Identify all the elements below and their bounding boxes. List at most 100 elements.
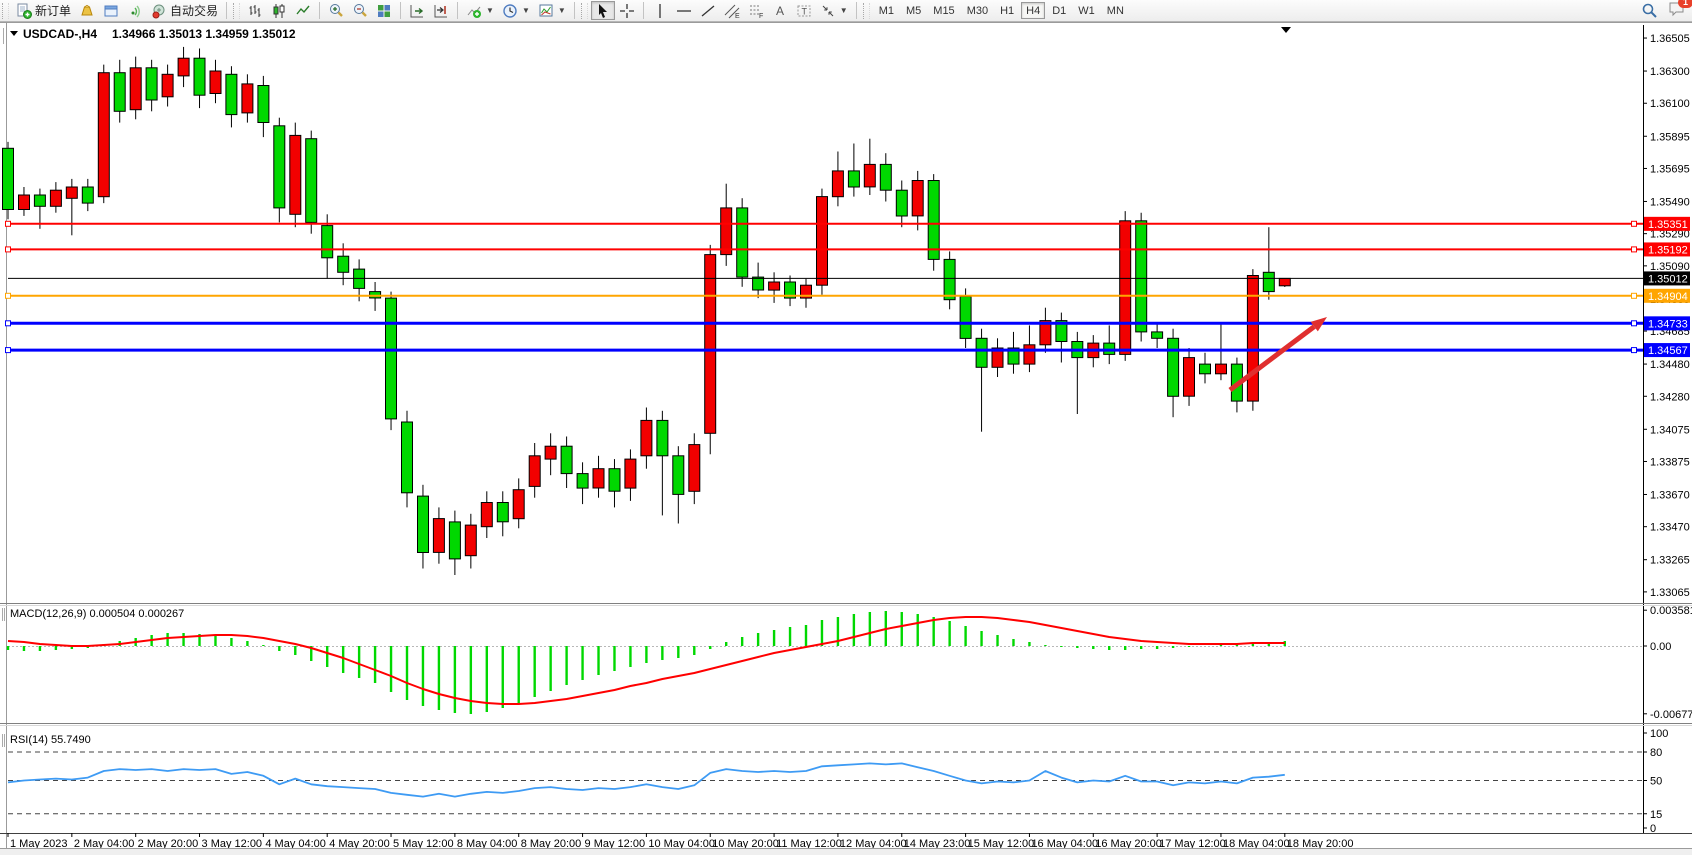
candle xyxy=(242,84,253,113)
chat-button[interactable]: 1 xyxy=(1668,1,1686,20)
line-handle[interactable] xyxy=(1632,293,1637,298)
label-button[interactable]: T xyxy=(792,1,816,20)
new-order-button[interactable]: 新订单 xyxy=(12,1,75,20)
line-handle[interactable] xyxy=(1632,221,1637,226)
timeframe-m15[interactable]: M15 xyxy=(928,2,959,19)
candle xyxy=(513,490,524,519)
candle xyxy=(896,190,907,216)
templates-button[interactable]: ▼ xyxy=(534,1,570,20)
toolbar-grip[interactable] xyxy=(863,3,870,19)
timeframe-w1[interactable]: W1 xyxy=(1073,2,1100,19)
trendline-icon xyxy=(700,3,716,19)
status-strip xyxy=(0,849,1692,855)
price-level-badge: 1.34567 xyxy=(1648,345,1688,357)
auto-scroll-icon xyxy=(409,3,425,19)
candle xyxy=(130,68,141,110)
candle xyxy=(481,503,492,527)
toolbar-grip[interactable] xyxy=(581,3,588,19)
channel-button[interactable]: E xyxy=(720,1,744,20)
auto-scroll-button[interactable] xyxy=(405,1,429,20)
shapes-button[interactable]: ▼ xyxy=(816,1,852,20)
candle xyxy=(1168,338,1179,396)
candle xyxy=(1247,276,1258,402)
candle xyxy=(433,519,444,553)
search-icon xyxy=(1641,2,1658,19)
chart-canvas[interactable]: 1.365051.363001.361001.358951.356951.354… xyxy=(0,22,1692,855)
tile-windows-icon xyxy=(376,3,392,19)
price-level-badge: 1.35012 xyxy=(1648,273,1688,285)
price-tick-label: 1.35895 xyxy=(1650,131,1690,143)
line-chart-button[interactable] xyxy=(291,1,315,20)
data-window-button[interactable] xyxy=(99,1,123,20)
signals-button[interactable] xyxy=(123,1,147,20)
price-level-badge: 1.35351 xyxy=(1648,219,1688,231)
toolbar-grip[interactable] xyxy=(2,3,9,19)
cursor-button[interactable] xyxy=(591,1,615,20)
toolbar-separator xyxy=(400,2,401,19)
candle xyxy=(274,126,285,208)
timeframe-m1[interactable]: M1 xyxy=(874,2,899,19)
candle-chart-button[interactable] xyxy=(267,1,291,20)
candle xyxy=(769,282,780,290)
price-tick-label: 1.33470 xyxy=(1650,522,1690,534)
horizontal-line-button[interactable] xyxy=(672,1,696,20)
bar-chart-button[interactable] xyxy=(243,1,267,20)
vertical-line-button[interactable] xyxy=(648,1,672,20)
text-button[interactable]: A xyxy=(768,1,792,20)
line-handle[interactable] xyxy=(1632,321,1637,326)
rsi-label: RSI(14) 55.7490 xyxy=(10,734,91,746)
candle xyxy=(178,58,189,76)
crosshair-button[interactable] xyxy=(615,1,639,20)
price-tick-label: 1.33065 xyxy=(1650,587,1690,599)
price-tick-label: 1.35090 xyxy=(1650,261,1690,273)
line-handle[interactable] xyxy=(1632,348,1637,353)
candle xyxy=(290,135,301,214)
auto-trading-button[interactable]: 自动交易 xyxy=(147,1,222,20)
new-order-label: 新订单 xyxy=(35,2,71,19)
cursor-icon xyxy=(595,3,611,19)
line-handle[interactable] xyxy=(6,348,11,353)
candle xyxy=(1152,332,1163,338)
line-handle[interactable] xyxy=(6,321,11,326)
market-button[interactable] xyxy=(75,1,99,20)
toolbar-separator xyxy=(856,2,857,19)
candle xyxy=(1200,364,1211,374)
equidistant-channel-icon: E xyxy=(724,3,740,19)
zoom-out-button[interactable] xyxy=(348,1,372,20)
timeframe-h1[interactable]: H1 xyxy=(995,2,1019,19)
timeframe-h4[interactable]: H4 xyxy=(1021,2,1045,19)
price-tick-label: 1.36505 xyxy=(1650,33,1690,45)
candle xyxy=(561,446,572,473)
line-handle[interactable] xyxy=(6,247,11,252)
toolbar-grip[interactable] xyxy=(233,3,240,19)
candle xyxy=(593,469,604,488)
timeframe-m30[interactable]: M30 xyxy=(962,2,993,19)
periods-button[interactable]: ▼ xyxy=(498,1,534,20)
chart-window-background xyxy=(0,22,1692,855)
tile-windows-button[interactable] xyxy=(372,1,396,20)
search-button[interactable] xyxy=(1637,1,1662,20)
fibonacci-button[interactable]: F xyxy=(744,1,768,20)
toolbar: 新订单 自动交易 xyxy=(0,0,1692,22)
trendline-button[interactable] xyxy=(696,1,720,20)
line-handle[interactable] xyxy=(1632,247,1637,252)
line-handle[interactable] xyxy=(6,293,11,298)
price-tick-label: 1.34280 xyxy=(1650,391,1690,403)
chart-shift-button[interactable] xyxy=(429,1,453,20)
line-handle[interactable] xyxy=(6,221,11,226)
candle xyxy=(832,171,843,197)
timeframe-m5[interactable]: M5 xyxy=(901,2,926,19)
indicators-button[interactable]: ▼ xyxy=(462,1,498,20)
candlestick-icon xyxy=(271,3,287,19)
toolbar-separator xyxy=(457,2,458,19)
candle xyxy=(50,190,61,206)
timeframe-mn[interactable]: MN xyxy=(1102,2,1129,19)
candle xyxy=(402,422,413,493)
dropdown-caret: ▼ xyxy=(486,6,494,15)
zoom-in-button[interactable] xyxy=(324,1,348,20)
timeframe-d1[interactable]: D1 xyxy=(1047,2,1071,19)
auto-trading-icon xyxy=(151,3,167,19)
chart-ohlc-values: 1.34966 1.35013 1.34959 1.35012 xyxy=(112,27,296,41)
candle xyxy=(848,171,859,187)
candle xyxy=(66,187,77,198)
